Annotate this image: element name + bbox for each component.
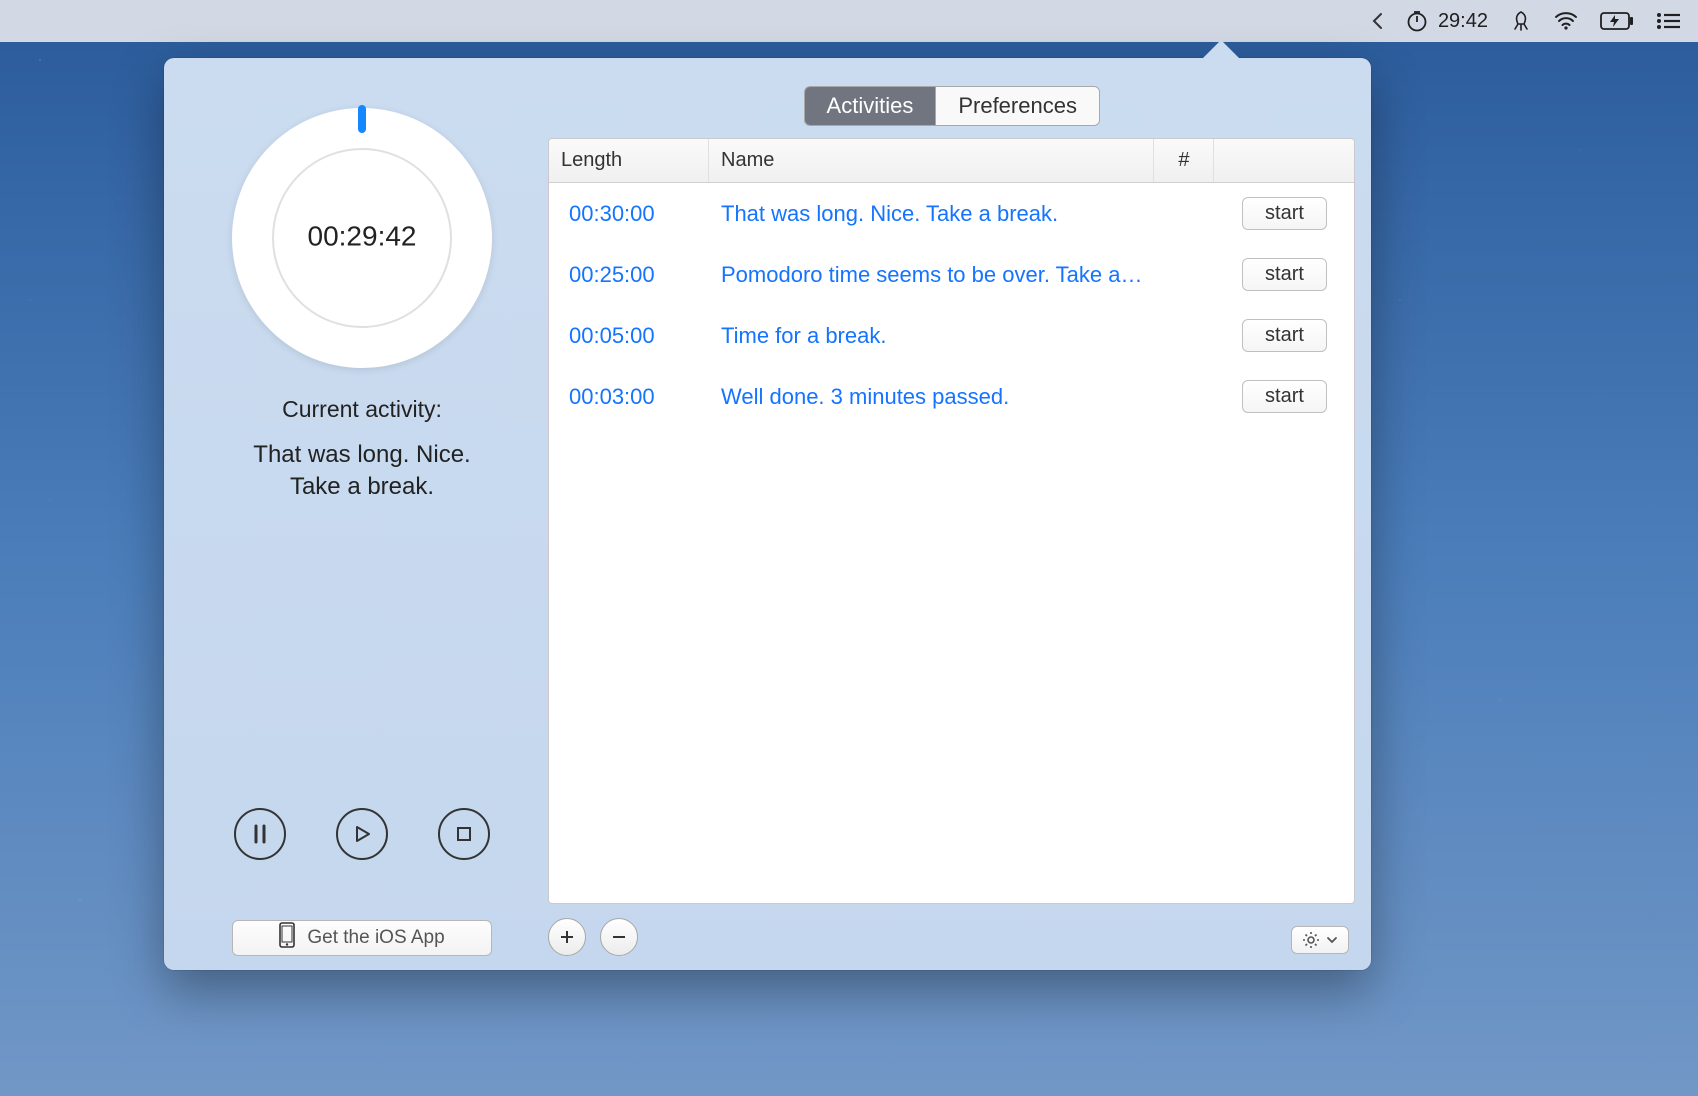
- cell-name: Well done. 3 minutes passed.: [709, 374, 1154, 420]
- left-panel: 00:29:42 Current activity: That was long…: [188, 86, 536, 956]
- col-header-start: [1214, 139, 1354, 182]
- cell-length: 00:30:00: [549, 191, 709, 237]
- pause-icon: [251, 824, 269, 844]
- timer-time-text: 00:29:42: [308, 220, 417, 252]
- cell-count: [1154, 326, 1214, 346]
- tab-activities[interactable]: Activities: [805, 87, 936, 125]
- rocket-icon[interactable]: [1510, 10, 1532, 32]
- current-activity-label: Current activity:: [282, 396, 442, 423]
- table-row[interactable]: 00:25:00Pomodoro time seems to be over. …: [549, 244, 1354, 305]
- get-ios-app-button[interactable]: Get the iOS App: [232, 920, 492, 956]
- menubar-prev-icon[interactable]: [1370, 12, 1384, 30]
- start-button[interactable]: start: [1242, 380, 1327, 413]
- play-icon: [352, 824, 372, 844]
- menubar: 29:42: [0, 0, 1698, 42]
- start-button[interactable]: start: [1242, 319, 1327, 352]
- cell-count: [1154, 387, 1214, 407]
- add-activity-button[interactable]: [548, 918, 586, 956]
- tab-preferences[interactable]: Preferences: [935, 87, 1099, 125]
- col-header-count[interactable]: #: [1154, 139, 1214, 182]
- play-button[interactable]: [336, 808, 388, 860]
- table-header: Length Name #: [549, 139, 1354, 183]
- col-header-name[interactable]: Name: [709, 139, 1154, 182]
- gear-icon: [1302, 931, 1320, 949]
- cell-length: 00:05:00: [549, 313, 709, 359]
- start-button[interactable]: start: [1242, 197, 1327, 230]
- right-panel: Activities Preferences Length Name # 00:…: [548, 86, 1355, 956]
- current-activity-text: That was long. Nice. Take a break.: [227, 439, 497, 504]
- cell-length: 00:03:00: [549, 374, 709, 420]
- table-row[interactable]: 00:03:00Well done. 3 minutes passed. star…: [549, 366, 1354, 427]
- menubar-timer-text: 29:42: [1438, 10, 1488, 33]
- timer-popover: 00:29:42 Current activity: That was long…: [164, 58, 1371, 970]
- activities-table: Length Name # 00:30:00That was long. Nic…: [548, 138, 1355, 904]
- menu-list-icon[interactable]: [1656, 12, 1680, 30]
- phone-icon: [279, 922, 295, 955]
- table-controls: [548, 918, 1355, 956]
- cell-start: start: [1214, 309, 1354, 362]
- cell-name: Pomodoro time seems to be over. Take a…: [709, 252, 1154, 298]
- wifi-icon[interactable]: [1554, 11, 1578, 31]
- cell-name: That was long. Nice. Take a break.: [709, 191, 1154, 237]
- table-row[interactable]: 00:05:00Time for a break. start: [549, 305, 1354, 366]
- battery-icon[interactable]: [1600, 12, 1634, 30]
- ios-button-label: Get the iOS App: [307, 927, 444, 949]
- settings-button[interactable]: [1291, 926, 1349, 954]
- cell-start: start: [1214, 187, 1354, 240]
- cell-count: [1154, 204, 1214, 224]
- remove-activity-button[interactable]: [600, 918, 638, 956]
- table-row[interactable]: 00:30:00That was long. Nice. Take a brea…: [549, 183, 1354, 244]
- chevron-down-icon: [1326, 935, 1338, 945]
- cell-start: start: [1214, 248, 1354, 301]
- table-body: 00:30:00That was long. Nice. Take a brea…: [549, 183, 1354, 903]
- cell-start: start: [1214, 370, 1354, 423]
- tabs: Activities Preferences: [804, 86, 1100, 126]
- cell-name: Time for a break.: [709, 313, 1154, 359]
- pause-button[interactable]: [234, 808, 286, 860]
- stop-icon: [455, 825, 473, 843]
- col-header-length[interactable]: Length: [549, 139, 709, 182]
- timer-progress-marker: [358, 105, 366, 133]
- timer-dial[interactable]: 00:29:42: [232, 108, 492, 368]
- transport-controls: [234, 808, 490, 860]
- plus-icon: [558, 928, 576, 946]
- clock-icon: [1406, 10, 1428, 32]
- stop-button[interactable]: [438, 808, 490, 860]
- start-button[interactable]: start: [1242, 258, 1327, 291]
- cell-length: 00:25:00: [549, 252, 709, 298]
- cell-count: [1154, 265, 1214, 285]
- menubar-timer-item[interactable]: 29:42: [1406, 10, 1488, 33]
- minus-icon: [610, 928, 628, 946]
